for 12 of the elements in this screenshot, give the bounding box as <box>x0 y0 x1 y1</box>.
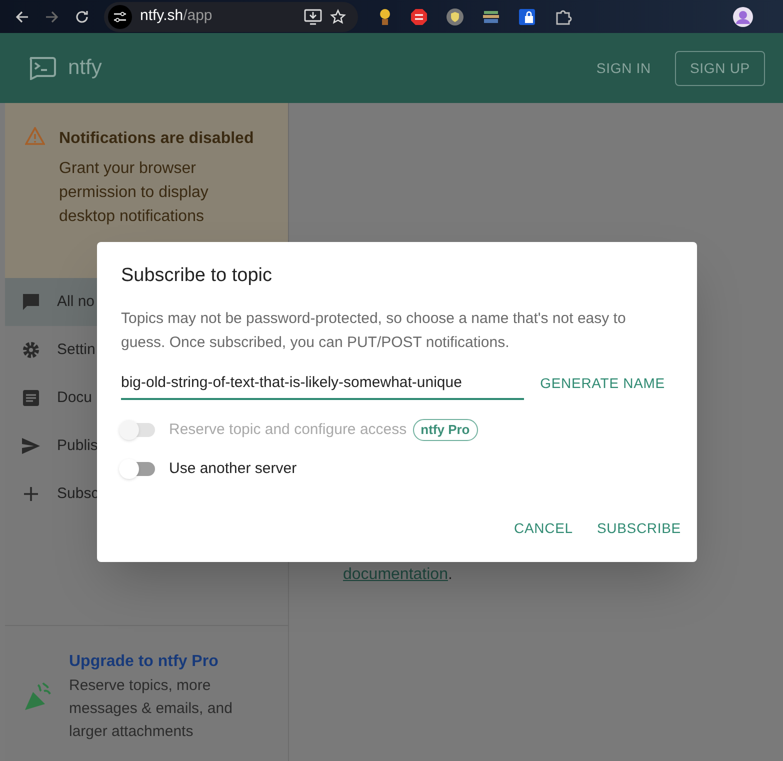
notice-text: Grant your browser permission to display desktop notifications <box>59 159 210 227</box>
toggle-label: Use another server <box>169 458 297 479</box>
upgrade-text: Reserve topics, more messages & emails, and larger attachments <box>69 676 234 742</box>
dialog-title: Subscribe to topic <box>121 264 274 288</box>
notice-title: Notifications are disabled <box>59 129 254 149</box>
dialog-description: Topics may not be password-protected, so choose a name that's not easy to guess. Once subscribed, you can PUT/POST notifications. <box>121 308 627 352</box>
period-text: . <box>448 566 452 583</box>
url-path: /app <box>183 7 212 24</box>
url-host: ntfy.sh <box>140 7 184 24</box>
app-name: ntfy <box>68 55 102 82</box>
pro-badge: ntfy Pro <box>412 419 478 441</box>
toggle-label: Reserve topic and configure access <box>169 420 407 440</box>
